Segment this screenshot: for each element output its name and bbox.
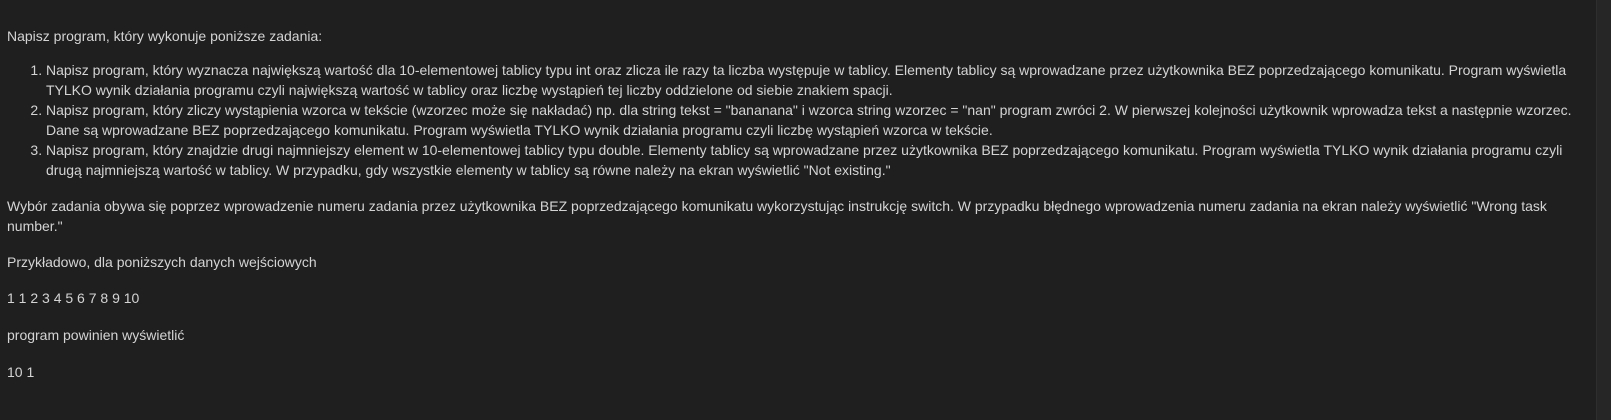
task-description: Napisz program, który wykonuje poniższe … xyxy=(7,0,1592,382)
intro-text: Napisz program, który wykonuje poniższe … xyxy=(7,28,323,44)
list-item: Napisz program, który wyznacza największ… xyxy=(46,60,1592,100)
vertical-scrollbar[interactable] xyxy=(1596,0,1611,420)
list-item: Napisz program, który zliczy wystąpienia… xyxy=(46,100,1592,140)
switch-info-text: Wybór zadania obywa się poprzez wprowadz… xyxy=(7,198,1547,234)
list-item: Napisz program, który znajdzie drugi naj… xyxy=(46,140,1592,180)
example-input-text: 1 1 2 3 4 5 6 7 8 9 10 xyxy=(7,290,140,306)
expected-intro-text: program powinien wyświetlić xyxy=(7,327,185,343)
example-intro-text: Przykładowo, dla poniższych danych wejśc… xyxy=(7,254,317,270)
expected-output-text: 10 1 xyxy=(7,364,35,380)
task-list: Napisz program, który wyznacza największ… xyxy=(7,60,1592,180)
